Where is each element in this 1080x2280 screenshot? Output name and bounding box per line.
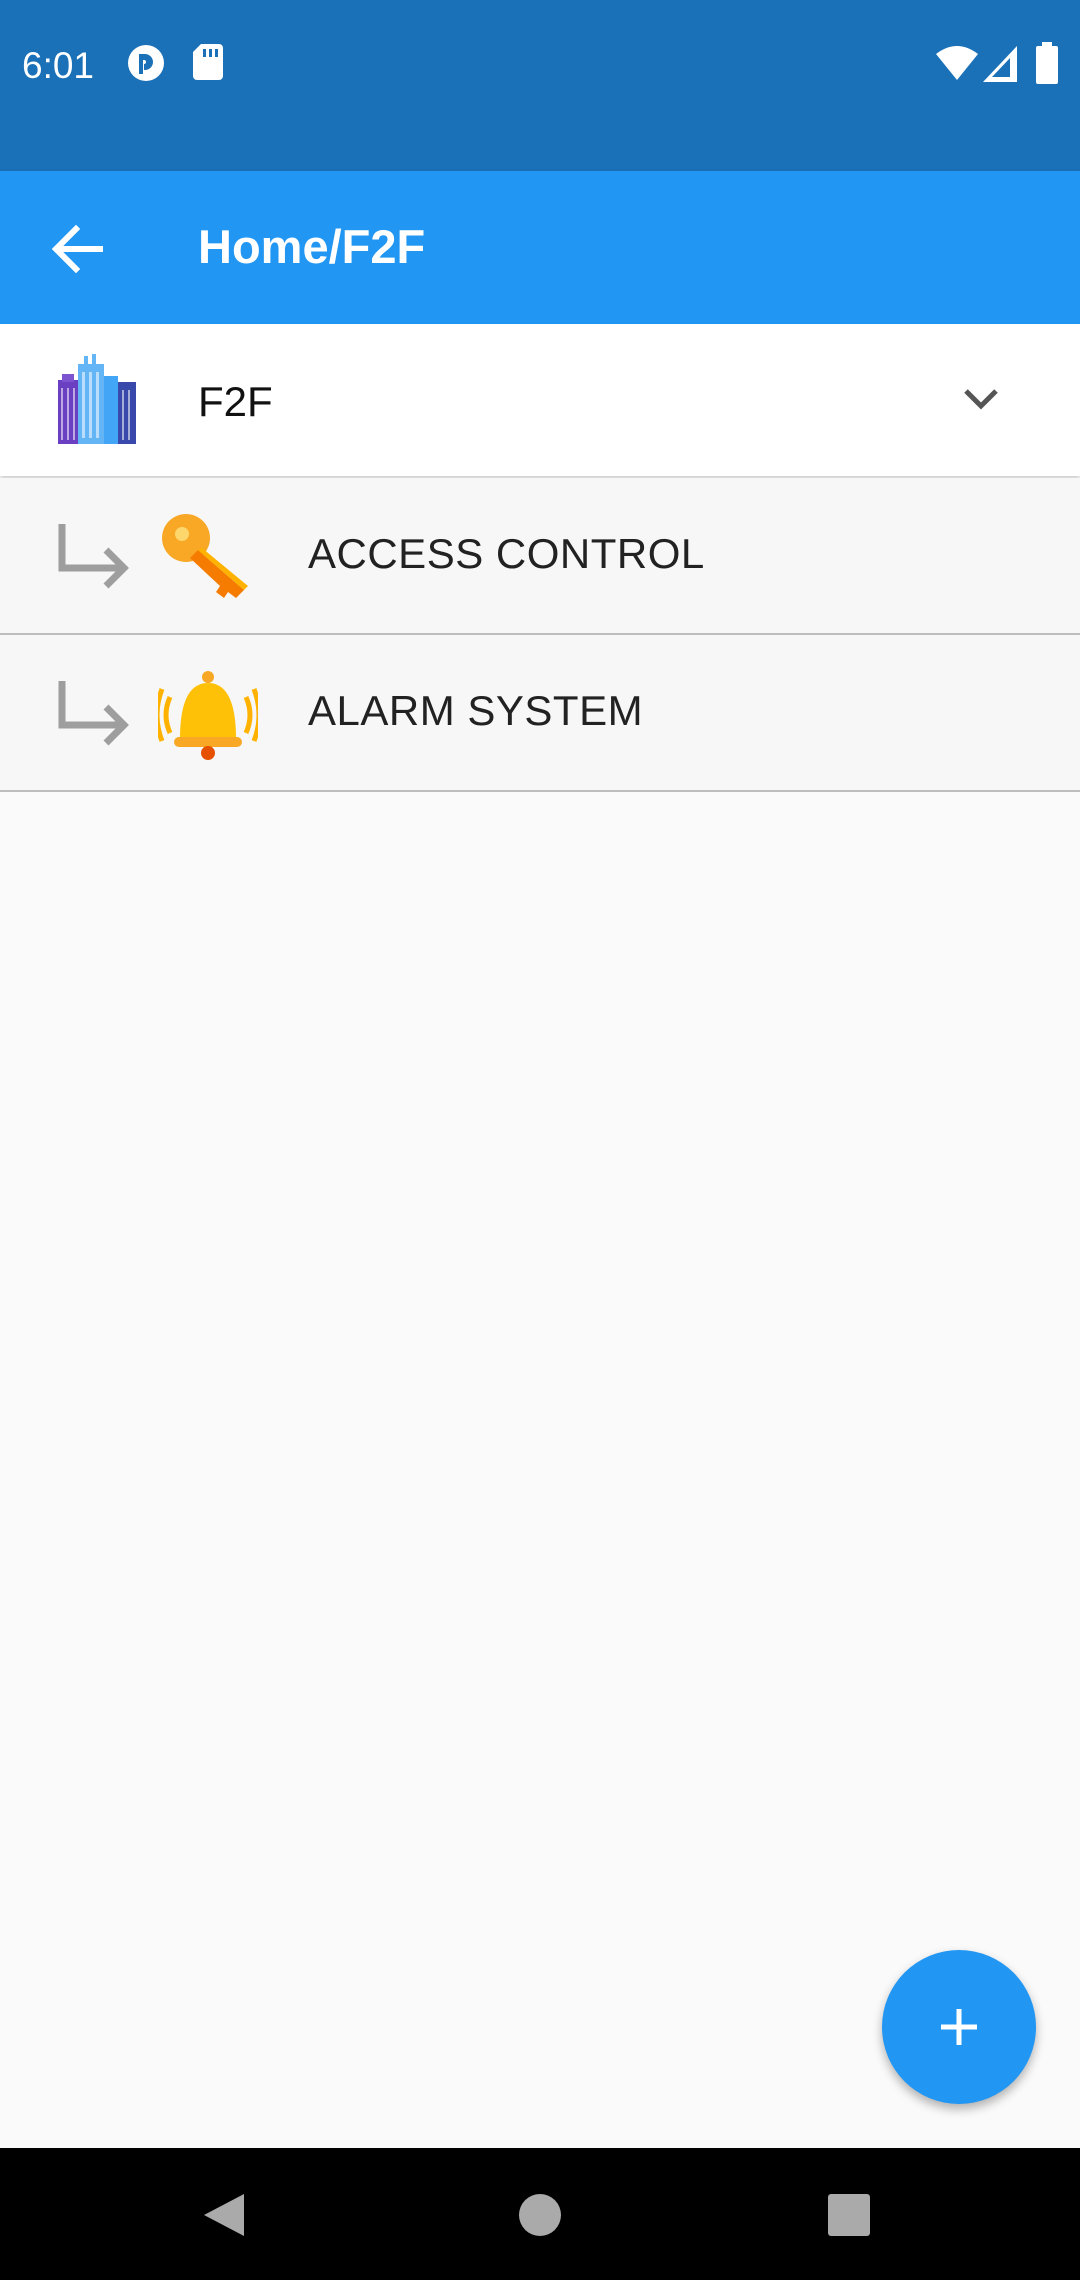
battery-icon <box>1036 42 1058 89</box>
back-triangle-icon[interactable] <box>200 2190 248 2245</box>
status-bar: 6:01 <box>0 0 1080 171</box>
list-item-alarm-system[interactable]: ALARM SYSTEM <box>0 635 1080 792</box>
signal-icon <box>983 46 1017 87</box>
chevron-down-icon[interactable] <box>950 369 1012 436</box>
recents-square-icon[interactable] <box>826 2190 872 2245</box>
group-header[interactable]: F2F <box>0 324 1080 476</box>
status-time: 6:01 <box>22 45 95 86</box>
list-item-label: ACCESS CONTROL <box>308 530 705 577</box>
sd-card-icon <box>193 44 223 85</box>
sync-icon <box>127 44 165 87</box>
navigation-bar <box>0 2148 1080 2280</box>
list-item-label: ALARM SYSTEM <box>308 687 644 734</box>
bell-icon <box>154 669 262 766</box>
subdirectory-arrow-icon <box>56 520 136 605</box>
add-button[interactable] <box>882 1950 1036 2104</box>
building-icon <box>58 354 138 451</box>
app-bar: Home/F2F <box>0 171 1080 324</box>
group-label: F2F <box>198 378 273 425</box>
back-button[interactable] <box>40 211 116 287</box>
list-item-access-control[interactable]: ACCESS CONTROL <box>0 478 1080 635</box>
plus-icon <box>941 2009 977 2045</box>
wifi-icon <box>936 46 978 87</box>
page-title: Home/F2F <box>198 220 426 273</box>
arrow-back-icon <box>51 224 103 274</box>
home-circle-icon[interactable] <box>515 2190 565 2245</box>
subdirectory-arrow-icon <box>56 677 136 762</box>
key-icon <box>158 512 258 607</box>
